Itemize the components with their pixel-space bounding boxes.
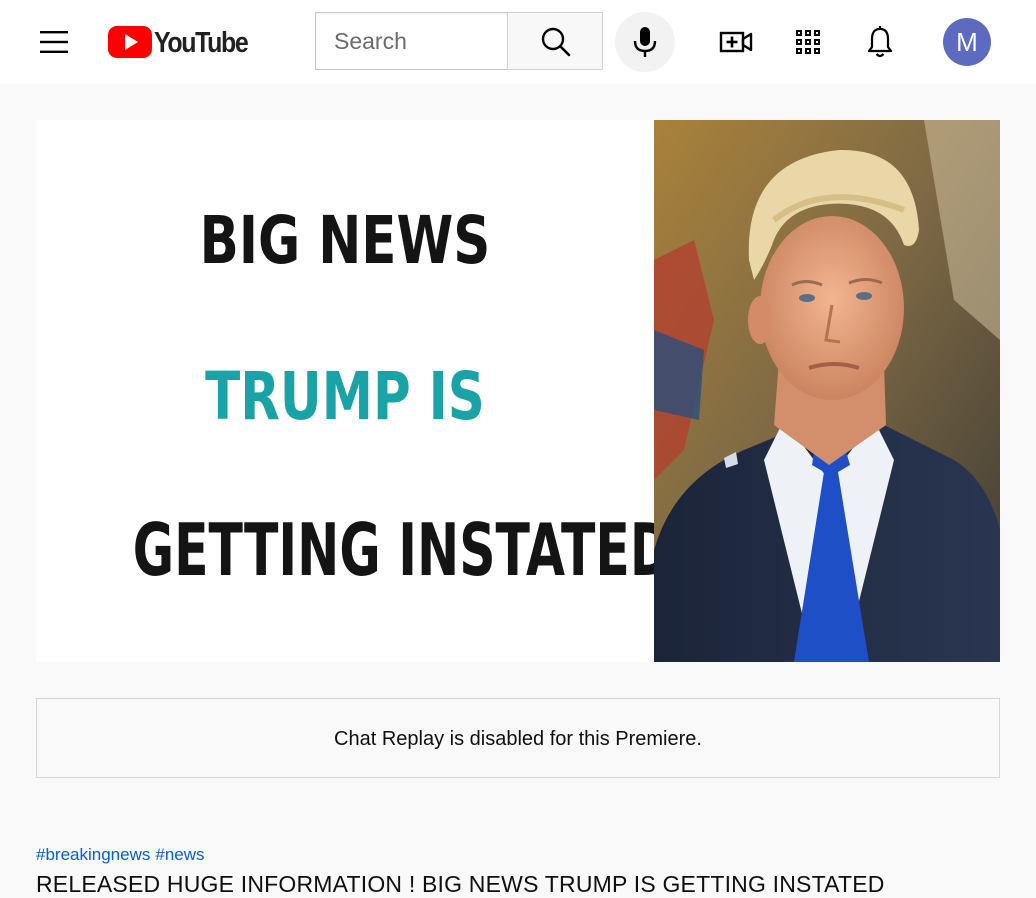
search-button[interactable] <box>507 12 603 70</box>
apps-button[interactable] <box>788 22 828 62</box>
logo-text: YouTube <box>154 27 249 59</box>
hashtag-link[interactable]: #breakingnews <box>36 845 150 864</box>
create-video-icon <box>719 31 753 53</box>
microphone-icon <box>633 27 657 57</box>
thumbnail-line-trump-is: TRUMP IS <box>205 358 485 435</box>
video-player[interactable]: BIG NEWS TRUMP IS GETTING INSTATED <box>36 120 1000 662</box>
notifications-bell-icon <box>867 26 893 58</box>
youtube-logo[interactable]: YouTube <box>108 25 249 59</box>
video-title: RELEASED HUGE INFORMATION ! BIG NEWS TRU… <box>36 871 885 897</box>
avatar[interactable]: M <box>943 18 991 66</box>
create-button[interactable] <box>716 22 756 62</box>
thumbnail-portrait <box>644 120 1000 662</box>
portrait-image <box>644 120 1000 662</box>
masthead: YouTube Search M <box>0 0 1036 84</box>
apps-grid-icon <box>796 30 820 54</box>
voice-search-button[interactable] <box>615 12 675 72</box>
search-icon <box>541 27 571 57</box>
video-hashtags: #breakingnews #news <box>36 845 210 865</box>
youtube-play-icon <box>108 26 152 58</box>
thumbnail-line-big-news: BIG NEWS <box>199 202 491 279</box>
notifications-button[interactable] <box>860 22 900 62</box>
search-box <box>315 12 507 70</box>
chat-replay-box: Chat Replay is disabled for this Premier… <box>36 698 1000 778</box>
menu-button[interactable] <box>34 22 74 62</box>
menu-icon <box>40 31 68 53</box>
thumbnail-line-getting-instated: GETTING INSTATED <box>132 508 672 592</box>
search-input[interactable] <box>334 13 504 69</box>
hashtag-link[interactable]: #news <box>155 845 204 864</box>
chat-replay-message: Chat Replay is disabled for this Premier… <box>334 728 702 750</box>
thumbnail-text-panel: BIG NEWS TRUMP IS GETTING INSTATED <box>36 120 672 662</box>
